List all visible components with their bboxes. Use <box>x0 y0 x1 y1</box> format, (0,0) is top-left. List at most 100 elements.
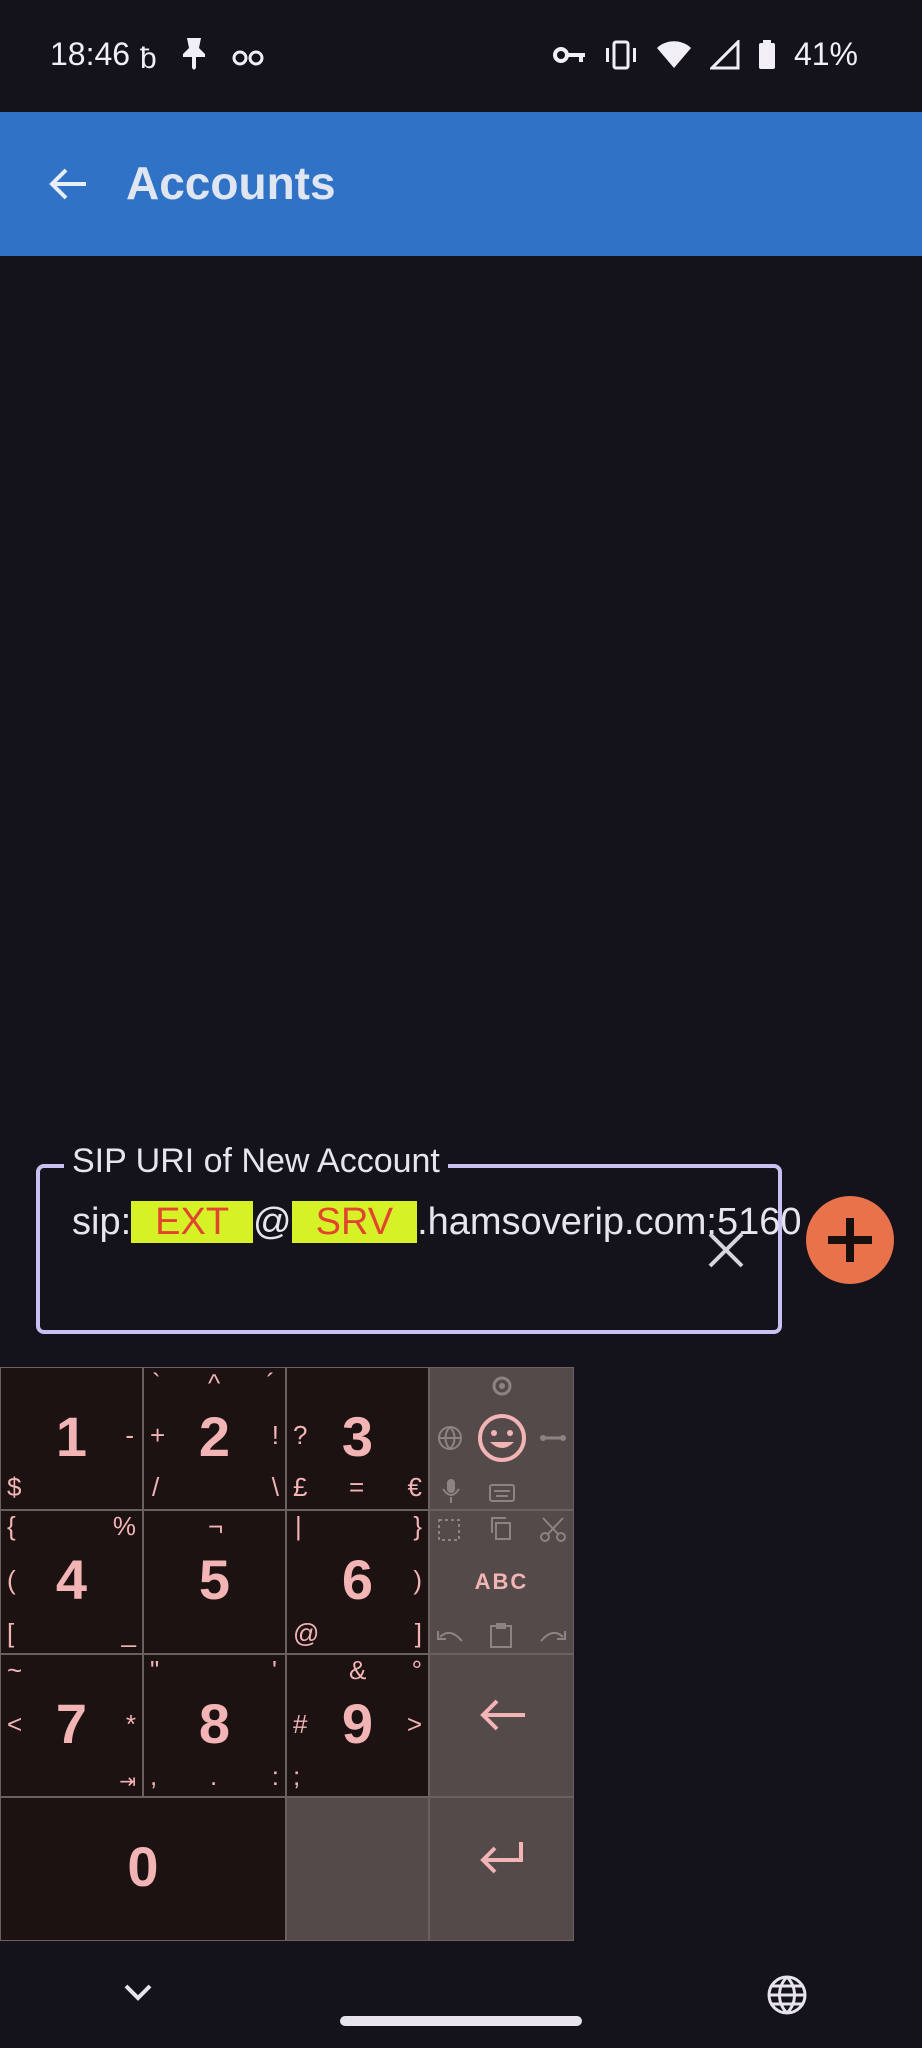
add-account-button[interactable] <box>806 1196 894 1284</box>
key-5-not: ¬ <box>208 1511 224 1541</box>
back-button[interactable] <box>36 152 100 216</box>
key-5-label: 5 <box>198 1548 231 1611</box>
key-3-equals: = <box>349 1472 365 1502</box>
key-9[interactable]: 9 & ° # > ; <box>286 1654 429 1797</box>
sip-prefix: sip: <box>72 1201 132 1243</box>
close-icon <box>708 1232 744 1268</box>
backspace-arrow-icon <box>479 1699 525 1731</box>
enter-icon <box>479 1842 523 1874</box>
key-8-quote: " <box>150 1655 160 1685</box>
pin-icon <box>181 36 207 81</box>
key-icon <box>552 46 585 63</box>
ext-highlight: EXT <box>131 1201 254 1243</box>
select-icon <box>438 1519 460 1541</box>
key-3-euro: € <box>407 1472 422 1502</box>
key-2[interactable]: 2 ` ^ ´ + ! / \ <box>143 1367 286 1510</box>
key-9-hash: # <box>293 1709 308 1739</box>
cursor-move-icon <box>540 1435 566 1441</box>
keyboard-icon <box>489 1484 515 1502</box>
key-2-acute: ´ <box>266 1368 275 1398</box>
copy-icon <box>491 1517 511 1540</box>
key-9-semicolon: ; <box>293 1761 301 1791</box>
key-3[interactable]: 3 ? £ = € <box>286 1367 429 1510</box>
key-6-label: 6 <box>341 1548 374 1611</box>
globe-icon <box>438 1426 462 1450</box>
key-2-excl: ! <box>271 1420 279 1450</box>
abc-label: ABC <box>474 1569 529 1594</box>
key-0-label: 0 <box>127 1835 159 1898</box>
key-6-rparen: ) <box>413 1565 422 1595</box>
wifi-icon <box>656 40 691 68</box>
key-8-comma: , <box>150 1761 158 1791</box>
key-blank[interactable] <box>286 1797 429 1941</box>
infinity-icon <box>231 39 265 79</box>
key-2-slash: / <box>152 1472 160 1502</box>
key-5[interactable]: 5 ¬ <box>143 1510 286 1654</box>
key-3-question: ? <box>293 1420 308 1450</box>
sip-uri-field[interactable] <box>36 1164 782 1334</box>
key-7-less-than: < <box>7 1709 23 1739</box>
key-8-apostrophe: ' <box>272 1655 277 1685</box>
app-bar: Accounts <box>0 112 922 256</box>
key-6-rbrace: } <box>413 1511 422 1541</box>
plus-icon <box>828 1218 872 1262</box>
key-6-at: @ <box>293 1618 320 1648</box>
key-8[interactable]: 8 " ' , . : <box>143 1654 286 1797</box>
key-enter[interactable] <box>429 1797 574 1941</box>
key-8-colon: : <box>271 1761 279 1791</box>
sip-uri-input[interactable]: sip: EXT @ SRV .hamsoverip.com:5160 <box>72 1198 802 1246</box>
mic-icon <box>442 1479 460 1503</box>
paste-icon <box>490 1623 512 1648</box>
key-4-label: 4 <box>55 1548 88 1611</box>
b-icon: ƀ <box>140 41 157 75</box>
key-6[interactable]: 6 | } ) @ ] <box>286 1510 429 1654</box>
key-6-pipe: | <box>295 1511 302 1541</box>
key-1-dash: - <box>125 1420 134 1450</box>
clear-button[interactable] <box>700 1224 752 1276</box>
key-1-dollar: $ <box>7 1472 22 1502</box>
key-4-lbrace: { <box>7 1511 16 1541</box>
key-2-grave: ` <box>152 1368 161 1398</box>
redo-icon <box>540 1631 566 1642</box>
key-9-degree: ° <box>411 1655 422 1685</box>
key-1-label: 1 <box>55 1405 88 1468</box>
chevron-down-icon[interactable] <box>120 1980 156 2004</box>
key-2-backslash: \ <box>271 1472 279 1502</box>
key-abc[interactable]: ABC <box>429 1510 574 1654</box>
cut-icon <box>540 1517 566 1542</box>
key-emoji-panel[interactable] <box>429 1367 574 1510</box>
key-2-caret: ^ <box>208 1368 221 1398</box>
signal-icon <box>709 39 740 69</box>
vibrate-icon <box>605 40 636 69</box>
key-1[interactable]: 1 - $ <box>0 1367 143 1510</box>
key-8-label: 8 <box>198 1692 231 1755</box>
emoji-icon[interactable] <box>476 1412 528 1464</box>
battery-percent: 41% <box>793 36 858 72</box>
page-title: Accounts <box>126 157 336 209</box>
key-7-star: * <box>125 1709 136 1739</box>
navigation-bar <box>0 1960 922 2048</box>
key-7-tab: ⇥ <box>119 1771 136 1793</box>
key-6-rbracket: ] <box>414 1618 422 1648</box>
key-9-greater-than: > <box>406 1709 422 1739</box>
status-bar: 18:46 ƀ 41% <box>0 0 922 112</box>
at-sign: @ <box>253 1201 292 1243</box>
key-4[interactable]: 4 { % ( [ _ <box>0 1510 143 1654</box>
key-backspace[interactable] <box>429 1654 574 1797</box>
key-4-percent: % <box>112 1511 136 1541</box>
key-4-lbracket: [ <box>7 1618 15 1648</box>
globe-icon[interactable] <box>764 1972 810 2018</box>
home-handle[interactable] <box>340 2016 582 2026</box>
key-0[interactable]: 0 <box>0 1797 286 1941</box>
key-7[interactable]: 7 ~ < * ⇥ <box>0 1654 143 1797</box>
key-4-underscore: _ <box>121 1618 136 1648</box>
key-4-lparen: ( <box>7 1565 16 1595</box>
key-3-label: 3 <box>341 1405 374 1468</box>
battery-icon <box>758 39 775 69</box>
key-3-pound: £ <box>293 1472 308 1502</box>
status-left-icons: ƀ <box>140 36 265 81</box>
arrow-back-icon <box>49 168 86 200</box>
sip-uri-label: SIP URI of New Account <box>64 1142 448 1181</box>
srv-highlight: SRV <box>291 1201 418 1243</box>
status-time: 18:46 <box>50 36 131 72</box>
